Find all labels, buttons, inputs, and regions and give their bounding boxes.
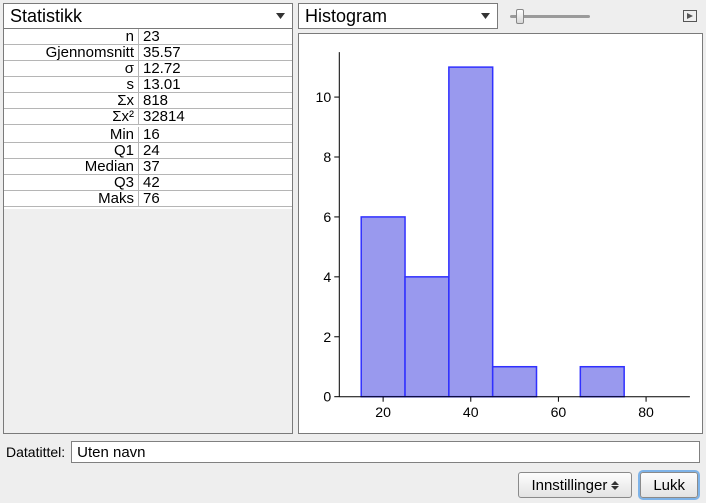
- chevron-down-icon: [272, 7, 288, 25]
- stat-value: 23: [139, 29, 292, 45]
- stat-value: 12.72: [139, 61, 292, 77]
- stat-row: Σx818: [4, 93, 292, 109]
- svg-text:8: 8: [323, 149, 331, 165]
- stat-row: σ12.72: [4, 61, 292, 77]
- stat-label: Maks: [4, 191, 139, 207]
- svg-text:40: 40: [463, 404, 479, 420]
- svg-text:0: 0: [323, 389, 331, 405]
- svg-text:20: 20: [375, 404, 391, 420]
- close-button-label: Lukk: [653, 477, 685, 494]
- stats-dropdown-label: Statistikk: [10, 6, 82, 27]
- stat-label: Min: [4, 127, 139, 143]
- stat-label: Median: [4, 159, 139, 175]
- stat-row: s13.01: [4, 77, 292, 93]
- stat-value: 13.01: [139, 77, 292, 93]
- chart-type-dropdown[interactable]: Histogram: [298, 3, 498, 29]
- stat-row: Σx²32814: [4, 109, 292, 125]
- stat-label: Gjennomsnitt: [4, 45, 139, 61]
- chart-type-label: Histogram: [305, 6, 387, 27]
- svg-text:80: 80: [638, 404, 654, 420]
- stat-value: 32814: [139, 109, 292, 125]
- stat-value: 16: [139, 127, 292, 143]
- stat-row: Gjennomsnitt35.57: [4, 45, 292, 61]
- stat-row: Min16: [4, 127, 292, 143]
- settings-button-label: Innstillinger: [531, 477, 607, 494]
- stat-value: 818: [139, 93, 292, 109]
- chevron-down-icon: [477, 7, 493, 25]
- stat-row: n23: [4, 29, 292, 45]
- popout-icon[interactable]: [677, 3, 703, 29]
- stat-label: σ: [4, 61, 139, 77]
- stat-value: 37: [139, 159, 292, 175]
- stat-value: 24: [139, 143, 292, 159]
- stat-label: s: [4, 77, 139, 93]
- stats-dropdown[interactable]: Statistikk: [3, 3, 293, 29]
- sort-icon: [611, 481, 619, 490]
- stat-row: Q342: [4, 175, 292, 191]
- stats-panel: Statistikk n23Gjennomsnitt35.57σ12.72s13…: [3, 3, 293, 434]
- svg-text:10: 10: [316, 89, 332, 105]
- stat-label: Σx²: [4, 109, 139, 125]
- stat-label: n: [4, 29, 139, 45]
- stats-body: n23Gjennomsnitt35.57σ12.72s13.01Σx818Σx²…: [3, 29, 293, 434]
- histogram-chart: 0 2 4 6 8 10 20 40 60 80: [298, 33, 703, 434]
- stat-label: Q1: [4, 143, 139, 159]
- svg-text:2: 2: [323, 329, 331, 345]
- svg-text:60: 60: [551, 404, 567, 420]
- settings-button[interactable]: Innstillinger: [518, 472, 632, 498]
- chart-panel: Histogram 0 2 4 6 8 10 20 40 60 80: [298, 3, 703, 434]
- stat-value: 76: [139, 191, 292, 207]
- stat-row: Median37: [4, 159, 292, 175]
- stat-value: 35.57: [139, 45, 292, 61]
- stat-label: Q3: [4, 175, 139, 191]
- bin-slider[interactable]: [504, 3, 671, 29]
- data-title-label: Datatittel:: [6, 444, 65, 460]
- data-title-input[interactable]: [71, 441, 700, 463]
- stat-row: Maks76: [4, 191, 292, 207]
- close-button[interactable]: Lukk: [640, 472, 698, 498]
- stat-label: Σx: [4, 93, 139, 109]
- svg-text:4: 4: [323, 269, 331, 285]
- stat-row: Q124: [4, 143, 292, 159]
- svg-text:6: 6: [323, 209, 331, 225]
- stat-value: 42: [139, 175, 292, 191]
